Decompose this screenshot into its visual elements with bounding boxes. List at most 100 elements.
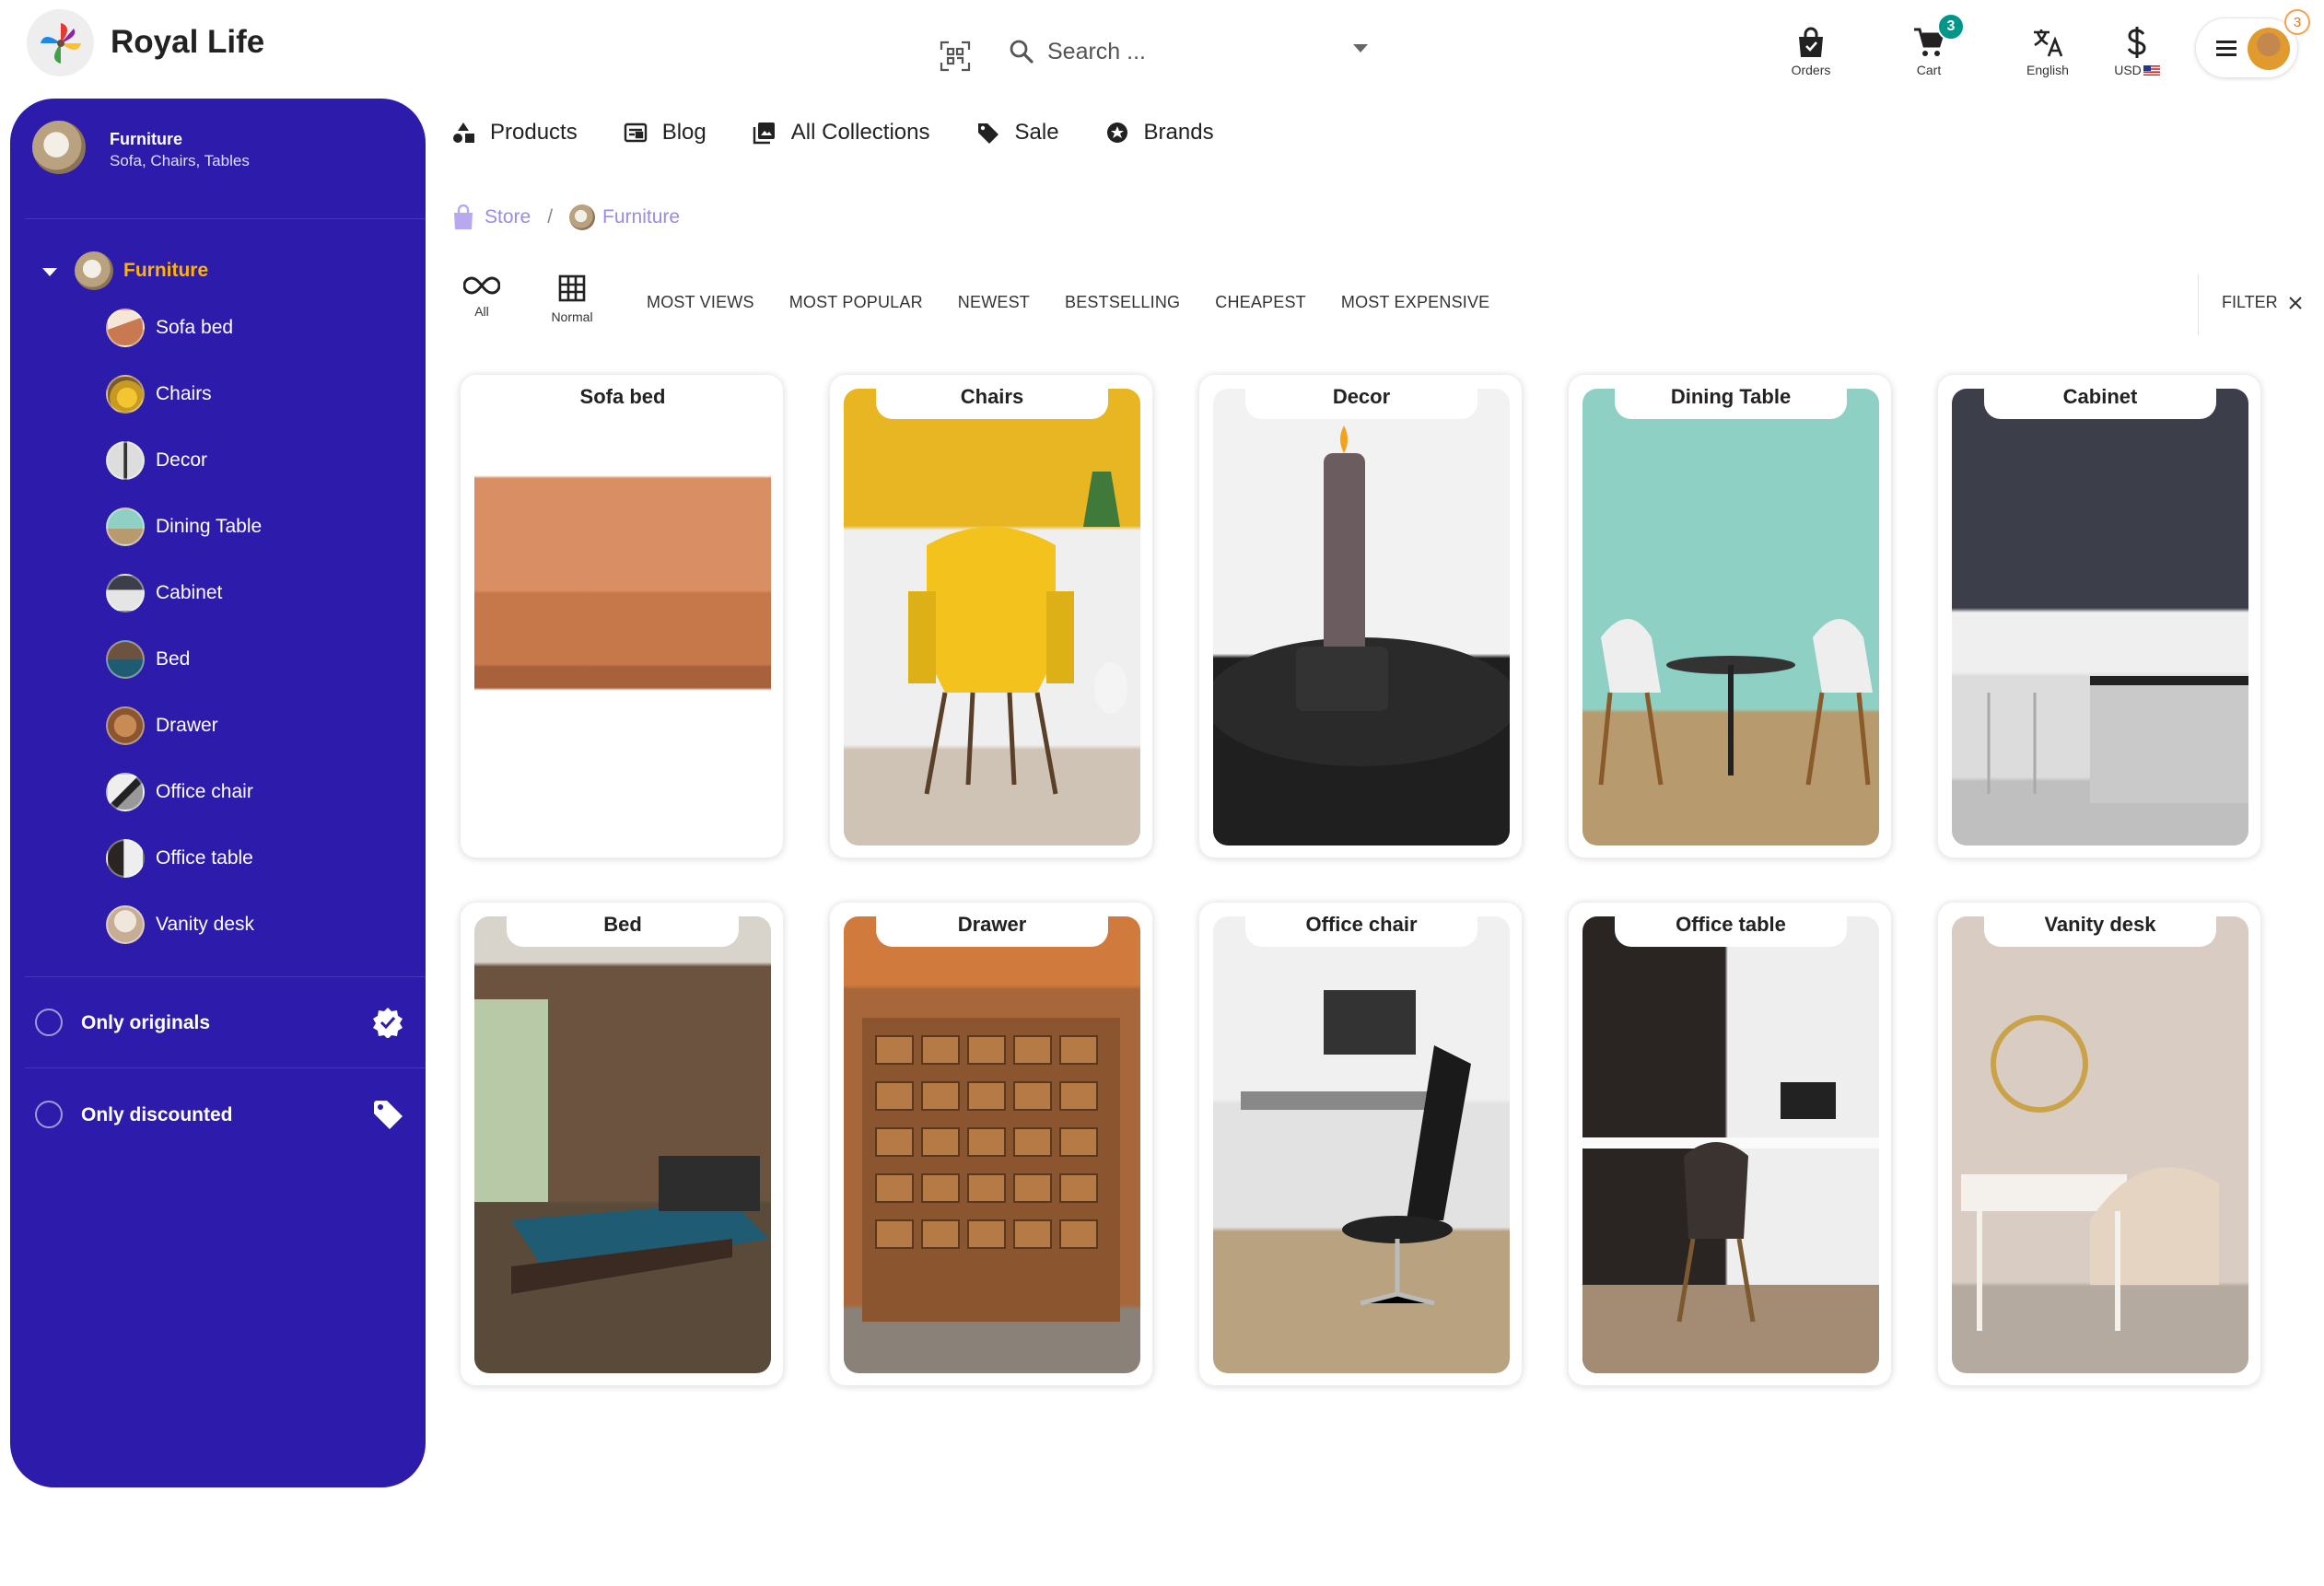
sidebar-item-label: Decor <box>156 449 208 471</box>
category-nav: Products Blog All Collections Sale Brand… <box>451 109 1260 157</box>
category-card-vanity-desk[interactable]: Vanity desk <box>1937 902 2261 1386</box>
chair-illustration <box>908 472 1127 795</box>
sidebar-item-label: Office table <box>156 847 253 869</box>
bed-illustration <box>474 999 769 1294</box>
sort-most-views[interactable]: MOST VIEWS <box>647 293 754 312</box>
sidebar-item-label: Dining Table <box>156 516 263 537</box>
sort-newest[interactable]: NEWEST <box>958 293 1030 312</box>
category-card-chairs[interactable]: Chairs <box>829 374 1153 858</box>
filter-button[interactable]: FILTER <box>2222 293 2302 312</box>
card-image <box>1582 916 1879 1373</box>
category-card-cabinet[interactable]: Cabinet <box>1937 374 2261 858</box>
language-label: English <box>2026 63 2069 77</box>
only-originals-toggle[interactable]: Only originals <box>10 990 426 1055</box>
nav-label: Blog <box>661 120 707 145</box>
card-title: Sofa bed <box>507 375 739 419</box>
category-card-dining-table[interactable]: Dining Table <box>1568 374 1892 858</box>
only-discounted-label: Only discounted <box>81 1104 233 1125</box>
vanity-illustration <box>1961 1015 2219 1331</box>
category-card-office-table[interactable]: Office table <box>1568 902 1892 1386</box>
divider <box>2198 274 2199 335</box>
nav-sale[interactable]: Sale <box>976 109 1059 157</box>
category-card-decor[interactable]: Decor <box>1198 374 1523 858</box>
sort-bestselling[interactable]: BESTSELLING <box>1065 293 1180 312</box>
only-originals-radio[interactable] <box>35 1009 63 1036</box>
category-thumbnail <box>106 773 145 811</box>
card-image <box>1582 389 1879 845</box>
category-thumbnail <box>106 309 145 347</box>
card-image <box>844 916 1140 1373</box>
user-menu-button[interactable] <box>2195 17 2298 78</box>
caret-down-icon[interactable] <box>42 268 57 276</box>
sidebar-item-vanity-desk[interactable]: Vanity desk <box>10 896 426 953</box>
sort-most-popular[interactable]: MOST POPULAR <box>789 293 923 312</box>
nav-products[interactable]: Products <box>451 109 578 157</box>
category-thumbnail <box>32 121 86 174</box>
sidebar-item-furniture[interactable]: Furniture <box>10 242 426 299</box>
card-title: Vanity desk <box>1984 903 2216 947</box>
search-scope-dropdown-icon[interactable] <box>1353 44 1368 52</box>
cart-button[interactable]: 3 Cart <box>1887 13 1970 85</box>
category-card-sofa-bed[interactable]: Sofa bed <box>460 374 784 858</box>
divider <box>25 1067 426 1068</box>
sidebar-item-drawer[interactable]: Drawer <box>10 697 426 754</box>
qr-scan-icon[interactable] <box>940 41 971 72</box>
only-discounted-radio[interactable] <box>35 1101 63 1128</box>
discount-tag-icon <box>374 1101 403 1129</box>
sidebar-item-cabinet[interactable]: Cabinet <box>10 565 426 622</box>
card-title: Dining Table <box>1615 375 1847 419</box>
verified-badge-icon <box>373 1008 403 1038</box>
star-badge-icon <box>1106 122 1127 143</box>
pinwheel-logo-icon <box>40 22 81 64</box>
store-bag-icon <box>454 204 473 229</box>
sidebar-item-label: Office chair <box>156 781 253 802</box>
sidebar-item-decor[interactable]: Decor <box>10 432 426 489</box>
only-discounted-toggle[interactable]: Only discounted <box>10 1082 426 1147</box>
card-title: Bed <box>507 903 739 947</box>
orders-button[interactable]: Orders <box>1769 26 1852 85</box>
notification-badge[interactable]: 3 <box>2284 9 2310 35</box>
app-name: Royal Life <box>111 24 265 60</box>
cart-count-badge: 3 <box>1937 13 1965 41</box>
nav-label: Sale <box>1014 120 1059 145</box>
sidebar-item-dining-table[interactable]: Dining Table <box>10 498 426 555</box>
category-thumbnail <box>106 905 145 944</box>
category-card-office-chair[interactable]: Office chair <box>1198 902 1523 1386</box>
nav-blog[interactable]: Blog <box>624 109 707 157</box>
nav-all-collections[interactable]: All Collections <box>753 109 930 157</box>
category-thumbnail <box>106 507 145 546</box>
us-flag-icon <box>2143 64 2160 76</box>
category-card-bed[interactable]: Bed <box>460 902 784 1386</box>
breadcrumb-current[interactable]: Furniture <box>602 206 680 228</box>
dining-illustration <box>1598 619 1873 786</box>
collections-icon <box>753 122 775 145</box>
app-logo[interactable] <box>27 9 94 76</box>
card-image <box>1952 389 2248 845</box>
sidebar-item-label: Sofa bed <box>156 317 234 338</box>
sort-most-expensive[interactable]: MOST EXPENSIVE <box>1341 293 1490 312</box>
office-table-illustration <box>1582 1082 1879 1373</box>
sidebar-item-office-chair[interactable]: Office chair <box>10 764 426 821</box>
view-normal-button[interactable]: Normal <box>531 274 613 339</box>
view-all-button[interactable]: All <box>440 274 523 339</box>
sidebar-item-sofa-bed[interactable]: Sofa bed <box>10 299 426 356</box>
sidebar-item-chairs[interactable]: Chairs <box>10 366 426 423</box>
category-thumbnail <box>106 574 145 612</box>
sidebar-item-label: Drawer <box>156 715 218 736</box>
sidebar-category-title: Furniture <box>110 130 182 148</box>
nav-brands[interactable]: Brands <box>1105 109 1214 157</box>
category-card-drawer[interactable]: Drawer <box>829 902 1153 1386</box>
search-input[interactable] <box>1047 38 1324 65</box>
sidebar-category-header[interactable]: Furniture Sofa, Chairs, Tables <box>10 99 426 218</box>
divider <box>25 218 426 219</box>
breadcrumb-store-link[interactable]: Store <box>485 206 531 228</box>
sort-cheapest[interactable]: CHEAPEST <box>1215 293 1306 312</box>
sidebar-item-office-table[interactable]: Office table <box>10 830 426 887</box>
currency-button[interactable]: USD <box>2096 26 2178 85</box>
search-bar[interactable] <box>1009 28 1377 76</box>
sidebar-item-bed[interactable]: Bed <box>10 631 426 688</box>
language-button[interactable]: English <box>2006 26 2089 85</box>
card-image <box>1952 916 2248 1373</box>
filter-label: FILTER <box>2222 293 2278 311</box>
top-header: Royal Life Orders 3 Cart <box>0 0 2324 96</box>
